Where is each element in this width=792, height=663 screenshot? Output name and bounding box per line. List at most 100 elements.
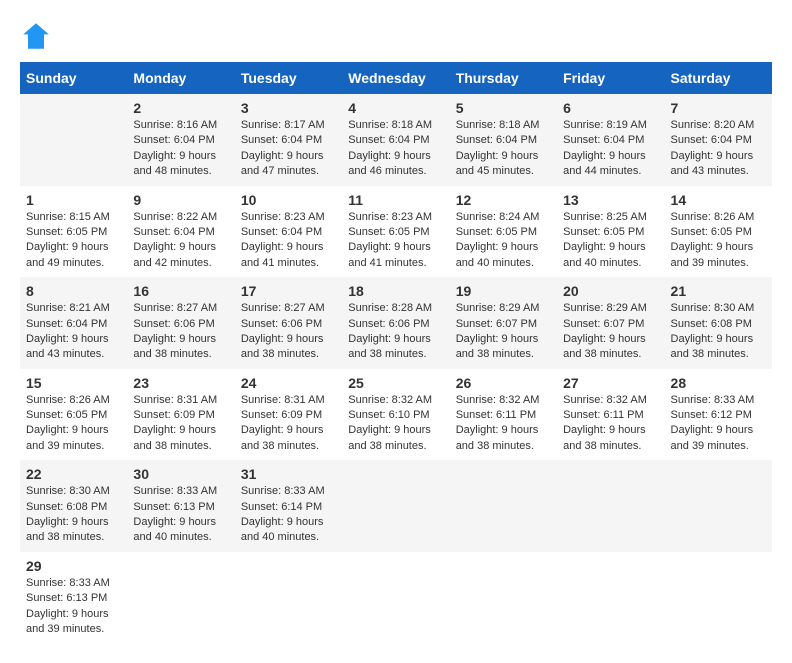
day-info: Sunrise: 8:29 AM Sunset: 6:07 PM Dayligh…	[563, 301, 658, 363]
calendar-row: 29 Sunrise: 8:33 AM Sunset: 6:13 PM Dayli…	[20, 552, 772, 644]
calendar-cell	[557, 552, 664, 644]
day-info: Sunrise: 8:31 AM Sunset: 6:09 PM Dayligh…	[133, 393, 228, 455]
day-number: 22	[26, 466, 121, 482]
header-row: SundayMondayTuesdayWednesdayThursdayFrid…	[20, 62, 772, 94]
calendar-cell: 26 Sunrise: 8:32 AM Sunset: 6:11 PM Dayli…	[450, 369, 557, 461]
logo-icon	[20, 20, 52, 52]
calendar-row: 2 Sunrise: 8:16 AM Sunset: 6:04 PM Daylig…	[20, 94, 772, 186]
day-number: 16	[133, 283, 228, 299]
calendar-cell: 16 Sunrise: 8:27 AM Sunset: 6:06 PM Dayli…	[127, 277, 234, 369]
day-info: Sunrise: 8:27 AM Sunset: 6:06 PM Dayligh…	[241, 301, 336, 363]
calendar-cell: 6 Sunrise: 8:19 AM Sunset: 6:04 PM Daylig…	[557, 94, 664, 186]
calendar-cell: 23Sunrise: 8:31 AM Sunset: 6:09 PM Dayli…	[127, 369, 234, 461]
day-info: Sunrise: 8:33 AM Sunset: 6:13 PM Dayligh…	[133, 484, 228, 546]
day-info: Sunrise: 8:21 AM Sunset: 6:04 PM Dayligh…	[26, 301, 121, 363]
day-number: 1	[26, 192, 121, 208]
day-info: Sunrise: 8:23 AM Sunset: 6:05 PM Dayligh…	[348, 210, 443, 272]
day-info: Sunrise: 8:18 AM Sunset: 6:04 PM Dayligh…	[456, 118, 551, 180]
calendar-cell	[450, 552, 557, 644]
day-number: 6	[563, 100, 658, 116]
calendar-cell: 7Sunrise: 8:20 AM Sunset: 6:04 PM Daylig…	[665, 94, 772, 186]
day-number: 13	[563, 192, 658, 208]
header-cell-wednesday: Wednesday	[342, 62, 449, 94]
day-info: Sunrise: 8:26 AM Sunset: 6:05 PM Dayligh…	[671, 210, 766, 272]
day-number: 14	[671, 192, 766, 208]
calendar-cell	[342, 460, 449, 552]
day-number: 28	[671, 375, 766, 391]
calendar-cell: 12 Sunrise: 8:24 AM Sunset: 6:05 PM Dayli…	[450, 186, 557, 278]
day-number: 27	[563, 375, 658, 391]
calendar-row: 22 Sunrise: 8:30 AM Sunset: 6:08 PM Dayli…	[20, 460, 772, 552]
day-info: Sunrise: 8:24 AM Sunset: 6:05 PM Dayligh…	[456, 210, 551, 272]
day-info: Sunrise: 8:22 AM Sunset: 6:04 PM Dayligh…	[133, 210, 228, 272]
day-number: 2	[133, 100, 228, 116]
day-number: 12	[456, 192, 551, 208]
calendar-cell: 19Sunrise: 8:29 AM Sunset: 6:07 PM Dayli…	[450, 277, 557, 369]
day-number: 10	[241, 192, 336, 208]
calendar-cell: 29 Sunrise: 8:33 AM Sunset: 6:13 PM Dayli…	[20, 552, 127, 644]
header-cell-thursday: Thursday	[450, 62, 557, 94]
day-info: Sunrise: 8:27 AM Sunset: 6:06 PM Dayligh…	[133, 301, 228, 363]
calendar-body: 2 Sunrise: 8:16 AM Sunset: 6:04 PM Daylig…	[20, 94, 772, 643]
day-info: Sunrise: 8:32 AM Sunset: 6:11 PM Dayligh…	[563, 393, 658, 455]
calendar-cell: 18 Sunrise: 8:28 AM Sunset: 6:06 PM Dayli…	[342, 277, 449, 369]
day-number: 20	[563, 283, 658, 299]
day-number: 11	[348, 192, 443, 208]
calendar-cell: 30 Sunrise: 8:33 AM Sunset: 6:13 PM Dayli…	[127, 460, 234, 552]
calendar-table: SundayMondayTuesdayWednesdayThursdayFrid…	[20, 62, 772, 643]
day-number: 3	[241, 100, 336, 116]
day-number: 31	[241, 466, 336, 482]
day-info: Sunrise: 8:31 AM Sunset: 6:09 PM Dayligh…	[241, 393, 336, 455]
calendar-cell: 1Sunrise: 8:15 AM Sunset: 6:05 PM Daylig…	[20, 186, 127, 278]
calendar-row: 1Sunrise: 8:15 AM Sunset: 6:05 PM Daylig…	[20, 186, 772, 278]
header-cell-tuesday: Tuesday	[235, 62, 342, 94]
calendar-cell	[450, 460, 557, 552]
day-info: Sunrise: 8:28 AM Sunset: 6:06 PM Dayligh…	[348, 301, 443, 363]
day-number: 25	[348, 375, 443, 391]
day-info: Sunrise: 8:16 AM Sunset: 6:04 PM Dayligh…	[133, 118, 228, 180]
day-info: Sunrise: 8:30 AM Sunset: 6:08 PM Dayligh…	[26, 484, 121, 546]
day-number: 4	[348, 100, 443, 116]
day-number: 7	[671, 100, 766, 116]
calendar-cell	[342, 552, 449, 644]
day-info: Sunrise: 8:33 AM Sunset: 6:12 PM Dayligh…	[671, 393, 766, 455]
calendar-cell: 2 Sunrise: 8:16 AM Sunset: 6:04 PM Daylig…	[127, 94, 234, 186]
calendar-cell: 31 Sunrise: 8:33 AM Sunset: 6:14 PM Dayli…	[235, 460, 342, 552]
day-info: Sunrise: 8:33 AM Sunset: 6:13 PM Dayligh…	[26, 576, 121, 638]
day-number: 17	[241, 283, 336, 299]
calendar-cell: 28 Sunrise: 8:33 AM Sunset: 6:12 PM Dayli…	[665, 369, 772, 461]
day-number: 18	[348, 283, 443, 299]
day-number: 30	[133, 466, 228, 482]
calendar-cell: 14 Sunrise: 8:26 AM Sunset: 6:05 PM Dayli…	[665, 186, 772, 278]
day-info: Sunrise: 8:25 AM Sunset: 6:05 PM Dayligh…	[563, 210, 658, 272]
calendar-cell	[665, 460, 772, 552]
day-number: 24	[241, 375, 336, 391]
day-info: Sunrise: 8:30 AM Sunset: 6:08 PM Dayligh…	[671, 301, 766, 363]
calendar-cell: 8 Sunrise: 8:21 AM Sunset: 6:04 PM Daylig…	[20, 277, 127, 369]
calendar-cell: 25 Sunrise: 8:32 AM Sunset: 6:10 PM Dayli…	[342, 369, 449, 461]
header-cell-saturday: Saturday	[665, 62, 772, 94]
calendar-cell: 20 Sunrise: 8:29 AM Sunset: 6:07 PM Dayli…	[557, 277, 664, 369]
day-number: 29	[26, 558, 121, 574]
day-info: Sunrise: 8:32 AM Sunset: 6:11 PM Dayligh…	[456, 393, 551, 455]
day-info: Sunrise: 8:19 AM Sunset: 6:04 PM Dayligh…	[563, 118, 658, 180]
day-info: Sunrise: 8:18 AM Sunset: 6:04 PM Dayligh…	[348, 118, 443, 180]
calendar-cell: 5 Sunrise: 8:18 AM Sunset: 6:04 PM Daylig…	[450, 94, 557, 186]
day-number: 15	[26, 375, 121, 391]
calendar-cell	[127, 552, 234, 644]
day-number: 26	[456, 375, 551, 391]
day-info: Sunrise: 8:32 AM Sunset: 6:10 PM Dayligh…	[348, 393, 443, 455]
calendar-cell: 4 Sunrise: 8:18 AM Sunset: 6:04 PM Daylig…	[342, 94, 449, 186]
header-cell-friday: Friday	[557, 62, 664, 94]
day-info: Sunrise: 8:29 AM Sunset: 6:07 PM Dayligh…	[456, 301, 551, 363]
day-info: Sunrise: 8:23 AM Sunset: 6:04 PM Dayligh…	[241, 210, 336, 272]
day-info: Sunrise: 8:33 AM Sunset: 6:14 PM Dayligh…	[241, 484, 336, 546]
calendar-cell: 24 Sunrise: 8:31 AM Sunset: 6:09 PM Dayli…	[235, 369, 342, 461]
calendar-header: SundayMondayTuesdayWednesdayThursdayFrid…	[20, 62, 772, 94]
header-cell-sunday: Sunday	[20, 62, 127, 94]
day-number: 8	[26, 283, 121, 299]
calendar-cell: 15Sunrise: 8:26 AM Sunset: 6:05 PM Dayli…	[20, 369, 127, 461]
calendar-row: 15Sunrise: 8:26 AM Sunset: 6:05 PM Dayli…	[20, 369, 772, 461]
calendar-cell	[20, 94, 127, 186]
day-number: 5	[456, 100, 551, 116]
